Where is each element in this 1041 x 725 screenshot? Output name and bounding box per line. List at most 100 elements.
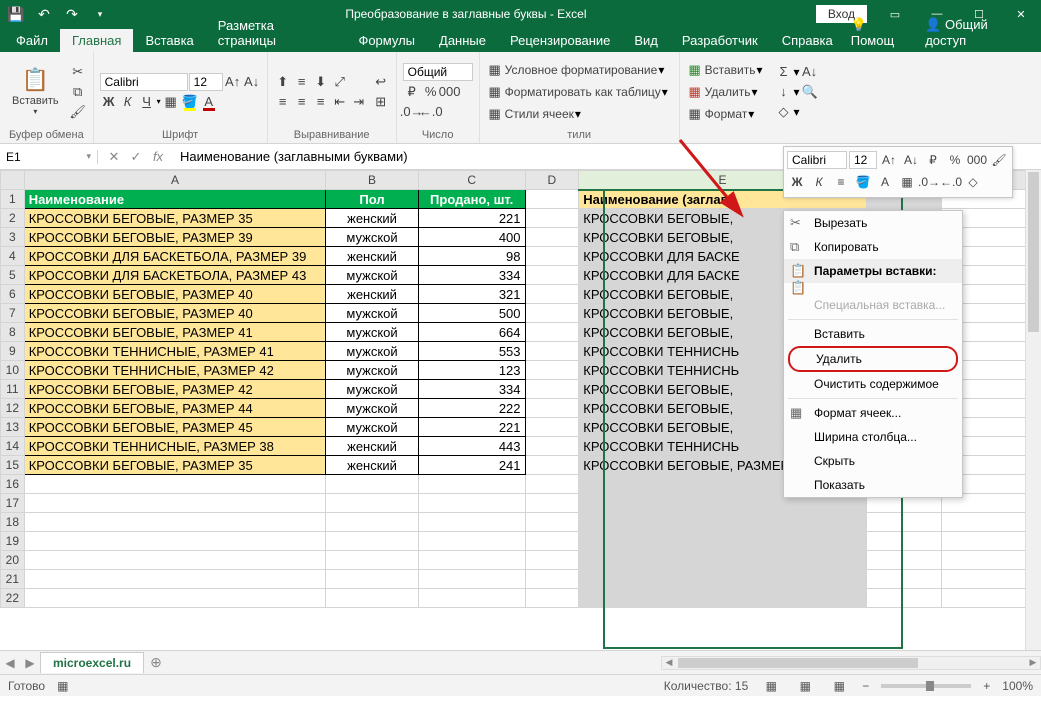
qat-customize-icon[interactable]: ▾ [88,2,112,26]
bold-button[interactable]: Ж [100,93,118,111]
row-header[interactable]: 1 [1,190,25,209]
row-header[interactable]: 4 [1,247,25,266]
cell-A13[interactable]: КРОССОВКИ БЕГОВЫЕ, РАЗМЕР 45 [24,418,326,437]
cell-B17[interactable] [326,494,419,513]
cell-A15[interactable]: КРОССОВКИ БЕГОВЫЕ, РАЗМЕР 35 [24,456,326,475]
decrease-indent-icon[interactable]: ⇤ [331,93,349,111]
cell-D12[interactable] [525,399,579,418]
cell-C15[interactable]: 241 [418,456,525,475]
row-header[interactable]: 18 [1,513,25,532]
cell-E18[interactable] [579,513,867,532]
mini-bold-button[interactable]: Ж [787,172,807,192]
cell-D17[interactable] [525,494,579,513]
row-header[interactable]: 17 [1,494,25,513]
align-center-icon[interactable]: ≡ [293,93,311,111]
col-header-C[interactable]: C [418,171,525,190]
tell-me-icon[interactable]: 💡 Помощ [845,13,919,52]
cell-D9[interactable] [525,342,579,361]
cell-C11[interactable]: 334 [418,380,525,399]
cell-A16[interactable] [24,475,326,494]
cell-A12[interactable]: КРОССОВКИ БЕГОВЫЕ, РАЗМЕР 44 [24,399,326,418]
mini-more-icon[interactable]: ◇ [963,172,983,192]
cell-C20[interactable] [418,551,525,570]
col-header-B[interactable]: B [326,171,419,190]
view-page-break-icon[interactable]: ▦ [828,679,850,693]
align-middle-icon[interactable]: ≡ [293,73,311,91]
cell-D22[interactable] [525,589,579,608]
cell-A6[interactable]: КРОССОВКИ БЕГОВЫЕ, РАЗМЕР 40 [24,285,326,304]
cell-C18[interactable] [418,513,525,532]
undo-icon[interactable]: ↶ [32,2,56,26]
row-header[interactable]: 14 [1,437,25,456]
name-box[interactable]: E1▾ [0,150,98,164]
cell-A19[interactable] [24,532,326,551]
orientation-icon[interactable]: ⤢ [331,73,349,91]
cell-F20[interactable] [866,551,941,570]
cell-A11[interactable]: КРОССОВКИ БЕГОВЫЕ, РАЗМЕР 42 [24,380,326,399]
cell-B13[interactable]: мужской [326,418,419,437]
cell-F21[interactable] [866,570,941,589]
cell-C8[interactable]: 664 [418,323,525,342]
cell-D4[interactable] [525,247,579,266]
cell-C13[interactable]: 221 [418,418,525,437]
cell-E20[interactable] [579,551,867,570]
mini-currency-icon[interactable]: ₽ [923,150,943,170]
font-color-icon[interactable]: A [200,93,218,111]
increase-indent-icon[interactable]: ⇥ [350,93,368,111]
save-icon[interactable]: 💾 [4,2,28,26]
align-left-icon[interactable]: ≡ [274,93,292,111]
comma-icon[interactable]: 000 [441,83,459,101]
paste-button[interactable]: 📋 Вставить ▾ [6,65,65,118]
cell-A5[interactable]: КРОССОВКИ ДЛЯ БАСКЕТБОЛА, РАЗМЕР 43 [24,266,326,285]
cm-format-cells[interactable]: ▦Формат ячеек... [784,401,962,425]
cell-B9[interactable]: мужской [326,342,419,361]
decrease-font-icon[interactable]: A↓ [243,73,261,91]
mini-percent-icon[interactable]: % [945,150,965,170]
cell-D8[interactable] [525,323,579,342]
cancel-formula-icon[interactable]: ✕ [104,149,124,165]
tab-formulas[interactable]: Формулы [346,29,427,52]
sheet-tab[interactable]: microexcel.ru [40,652,144,673]
cm-hide[interactable]: Скрыть [784,449,962,473]
view-page-layout-icon[interactable]: ▦ [794,679,816,693]
row-header[interactable]: 15 [1,456,25,475]
currency-icon[interactable]: ₽ [403,83,421,101]
row-header[interactable]: 20 [1,551,25,570]
mini-decimal-dec-icon[interactable]: ←.0 [941,172,961,192]
cell-D15[interactable] [525,456,579,475]
font-name-select[interactable] [100,73,188,91]
cell-D20[interactable] [525,551,579,570]
tab-file[interactable]: Файл [4,29,60,52]
tab-help[interactable]: Справка [770,29,845,52]
find-icon[interactable]: 🔍 [801,83,819,101]
tab-home[interactable]: Главная [60,29,133,52]
cell-D19[interactable] [525,532,579,551]
cell-C14[interactable]: 443 [418,437,525,456]
zoom-slider[interactable] [881,684,971,688]
cm-column-width[interactable]: Ширина столбца... [784,425,962,449]
cm-clear[interactable]: Очистить содержимое [784,372,962,396]
cell-D16[interactable] [525,475,579,494]
cell-D13[interactable] [525,418,579,437]
copy-icon[interactable]: ⧉ [69,83,87,101]
cell-B22[interactable] [326,589,419,608]
mini-align-icon[interactable]: ≡ [831,172,851,192]
decrease-decimal-icon[interactable]: ←.0 [422,103,440,121]
cm-cut[interactable]: ✂Вырезать [784,211,962,235]
cell-A17[interactable] [24,494,326,513]
add-sheet-icon[interactable]: ⊕ [144,654,168,671]
row-header[interactable]: 6 [1,285,25,304]
cell-B12[interactable]: мужской [326,399,419,418]
delete-cells-button[interactable]: ▦Удалить▾ [686,83,763,101]
cell-D10[interactable] [525,361,579,380]
cell-B16[interactable] [326,475,419,494]
underline-button[interactable]: Ч [138,93,156,111]
cell-D11[interactable] [525,380,579,399]
number-format-select[interactable] [403,63,473,81]
cell-F19[interactable] [866,532,941,551]
sheet-nav-next-icon[interactable]: ▶ [20,656,40,670]
col-header-A[interactable]: A [24,171,326,190]
percent-icon[interactable]: % [422,83,440,101]
row-header[interactable]: 3 [1,228,25,247]
cm-delete[interactable]: Удалить [788,346,958,372]
